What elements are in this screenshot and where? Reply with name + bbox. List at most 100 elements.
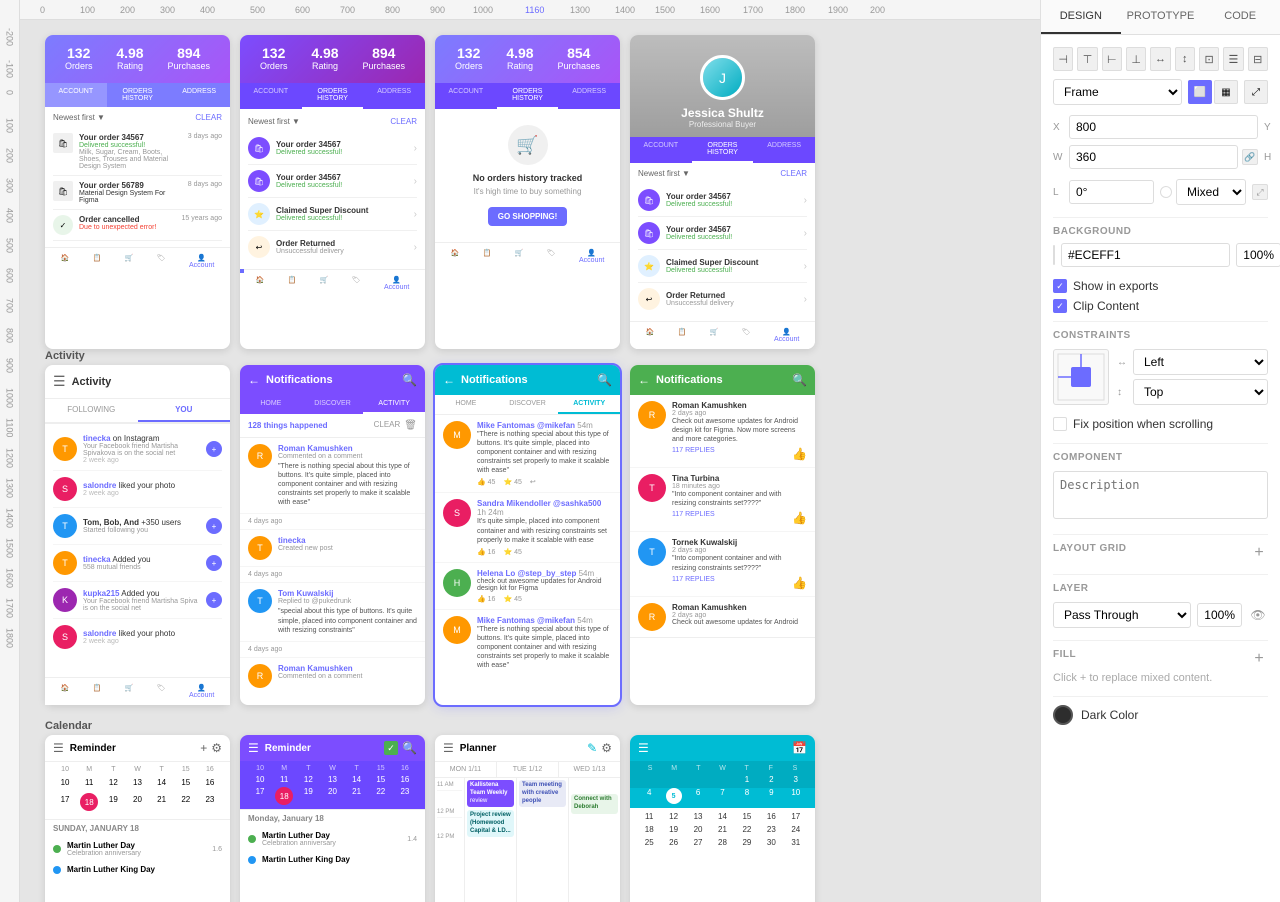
corner-type-btn[interactable]	[1160, 186, 1172, 198]
align-left-btn[interactable]: ⊣	[1053, 47, 1073, 71]
frames-row-bottom: ☰ Activity FOLLOWING YOU T tinecka on In…	[45, 365, 815, 705]
layout-grid-section: LAYOUT GRID +	[1053, 543, 1268, 562]
view-desktop-btn[interactable]: ⬜	[1188, 80, 1212, 104]
frame-4: J Jessica Shultz Professional Buyer ACCO…	[630, 35, 815, 349]
align-center-v-btn[interactable]: ↕	[1175, 47, 1195, 71]
frames-row-top: 132Orders 4.98Rating 894Purchases ACCOUN…	[45, 35, 815, 349]
h-constraint-row: ↔ Left	[1117, 349, 1268, 375]
layer-opacity-input[interactable]	[1197, 603, 1242, 627]
layer-blend-row: Pass Through 👁	[1053, 602, 1268, 628]
clip-content-label: Clip Content	[1073, 299, 1139, 313]
h-constraint-select[interactable]: Left	[1133, 349, 1268, 375]
distribute-v-btn[interactable]: ☰	[1223, 47, 1243, 71]
planner-frame: ☰ Planner ✎ ⚙ MON 1/11 TUE 1/12 WED 1/13…	[435, 735, 620, 902]
distribute-h-btn[interactable]: ⊡	[1199, 47, 1219, 71]
divider-6	[1053, 640, 1268, 641]
x-input[interactable]	[1069, 115, 1258, 139]
w-input-row: W 🔗	[1053, 145, 1258, 169]
w-label: W	[1053, 152, 1065, 163]
notifications-frame-1: ← Notifications 🔍 HOME DISCOVER ACTIVITY…	[240, 365, 425, 705]
divider-2	[1053, 321, 1268, 322]
show-exports-row: ✓ Show in exports	[1053, 279, 1268, 293]
fix-scroll-checkbox[interactable]	[1053, 417, 1067, 431]
frame-3: 132Orders 4.98Rating 854Purchases ACCOUN…	[435, 35, 620, 349]
layer-visibility-btn[interactable]: 👁	[1248, 605, 1268, 625]
fill-hint: Click + to replace mixed content.	[1053, 672, 1268, 684]
mixed-row: Mixed	[1160, 179, 1246, 205]
fill-section: FILL + Click + to replace mixed content.	[1053, 649, 1268, 684]
tab-design[interactable]: DESIGN	[1041, 0, 1121, 34]
constraints-grid: ↔ Left ↕ Top	[1053, 349, 1268, 405]
fill-title: FILL	[1053, 649, 1076, 660]
h-input-row: H	[1264, 145, 1280, 169]
corner-radius-row: L Mixed ⤢	[1053, 179, 1268, 205]
background-opacity-input[interactable]	[1236, 243, 1280, 267]
divider-4	[1053, 534, 1268, 535]
ruler-vertical: -200 -100 0 100 200 300 400 500 600 700 …	[0, 0, 20, 902]
component-title: COMPONENT	[1053, 452, 1268, 463]
layer-section: LAYER Pass Through 👁	[1053, 583, 1268, 628]
frame-type-select[interactable]: Frame	[1053, 79, 1182, 105]
add-layout-grid-btn[interactable]: +	[1250, 544, 1268, 562]
tidy-btn[interactable]: ⊟	[1248, 47, 1268, 71]
constraints-diagram	[1053, 349, 1109, 405]
activity-frame: ☰ Activity FOLLOWING YOU T tinecka on In…	[45, 365, 230, 705]
dark-color-swatch[interactable]	[1053, 705, 1073, 725]
add-fill-btn[interactable]: +	[1250, 650, 1268, 668]
background-hex-input[interactable]	[1061, 243, 1230, 267]
march-calendar-frame: ☰ 📅 SMTWTFS 123 4 5 678910	[630, 735, 815, 902]
constraints-selects: ↔ Left ↕ Top	[1117, 349, 1268, 405]
frame-2: 132Orders 4.98Rating 894Purchases ACCOUN…	[240, 35, 425, 349]
calendar-section-label: Calendar	[45, 720, 92, 732]
activity-section-label: Activity	[45, 350, 85, 362]
constraints-title: CONSTRAINTS	[1053, 330, 1268, 341]
background-color-swatch[interactable]	[1053, 245, 1055, 265]
corner-radius-input-row: L	[1053, 180, 1154, 204]
y-input-row: Y	[1264, 115, 1280, 139]
align-top-btn[interactable]: ⊤	[1077, 47, 1097, 71]
lock-width-btn[interactable]: 🔗	[1242, 149, 1258, 165]
ruler-horizontal: 0 100 200 300 400 500 600 700 800 900 10…	[0, 0, 1040, 20]
view-list-btn[interactable]: ▦	[1214, 80, 1238, 104]
background-row: 👁	[1053, 243, 1268, 267]
show-exports-label: Show in exports	[1073, 279, 1158, 293]
background-title: BACKGROUND	[1053, 226, 1268, 237]
y-label: Y	[1264, 122, 1276, 133]
corner-radius-input[interactable]	[1069, 180, 1154, 204]
position-inputs: X Y W 🔗 H	[1053, 115, 1268, 169]
frame-1: 132Orders 4.98Rating 894Purchases ACCOUN…	[45, 35, 230, 349]
expand-btn[interactable]: ⤢	[1244, 80, 1268, 104]
show-exports-checkbox[interactable]: ✓	[1053, 279, 1067, 293]
x-input-row: X	[1053, 115, 1258, 139]
v-constraint-select[interactable]: Top	[1133, 379, 1268, 405]
align-right-btn[interactable]: ⊢	[1102, 47, 1122, 71]
v-constraint-row: ↕ Top	[1117, 379, 1268, 405]
clip-content-checkbox[interactable]: ✓	[1053, 299, 1067, 313]
fill-header: FILL +	[1053, 649, 1268, 668]
align-center-h-btn[interactable]: ↔	[1150, 47, 1170, 71]
dark-color-label: Dark Color	[1081, 708, 1138, 722]
w-input[interactable]	[1069, 145, 1238, 169]
align-bottom-btn[interactable]: ⊥	[1126, 47, 1146, 71]
tab-code[interactable]: CODE	[1200, 0, 1280, 34]
frame-type-row: Frame ⬜ ▦ ⤢	[1053, 79, 1268, 105]
divider-1	[1053, 217, 1268, 218]
layout-grid-title: LAYOUT GRID	[1053, 543, 1126, 554]
constraints-section: CONSTRAINTS	[1053, 330, 1268, 405]
x-label: X	[1053, 122, 1065, 133]
canvas-content: 132Orders 4.98Rating 894Purchases ACCOUN…	[20, 20, 1040, 902]
layer-blend-select[interactable]: Pass Through	[1053, 602, 1191, 628]
background-section: BACKGROUND 👁	[1053, 226, 1268, 267]
component-description[interactable]	[1053, 471, 1268, 519]
layer-title: LAYER	[1053, 583, 1268, 594]
constraints-svg	[1056, 352, 1106, 402]
panel-scroll: ⊣ ⊤ ⊢ ⊥ ↔ ↕ ⊡ ☰ ⊟ Frame ⬜ ▦ ⤢	[1041, 35, 1280, 902]
layout-grid-header: LAYOUT GRID +	[1053, 543, 1268, 562]
view-mode-buttons: ⬜ ▦	[1188, 80, 1238, 104]
divider-3	[1053, 443, 1268, 444]
lock-corner-btn[interactable]: ⤢	[1252, 184, 1268, 200]
calendar-frames-row: ☰ Reminder + ⚙ 10MTWT1516 10111213141516…	[45, 735, 815, 902]
component-section: COMPONENT	[1053, 452, 1268, 522]
tab-prototype[interactable]: PROTOTYPE	[1121, 0, 1201, 34]
mixed-select[interactable]: Mixed	[1176, 179, 1246, 205]
